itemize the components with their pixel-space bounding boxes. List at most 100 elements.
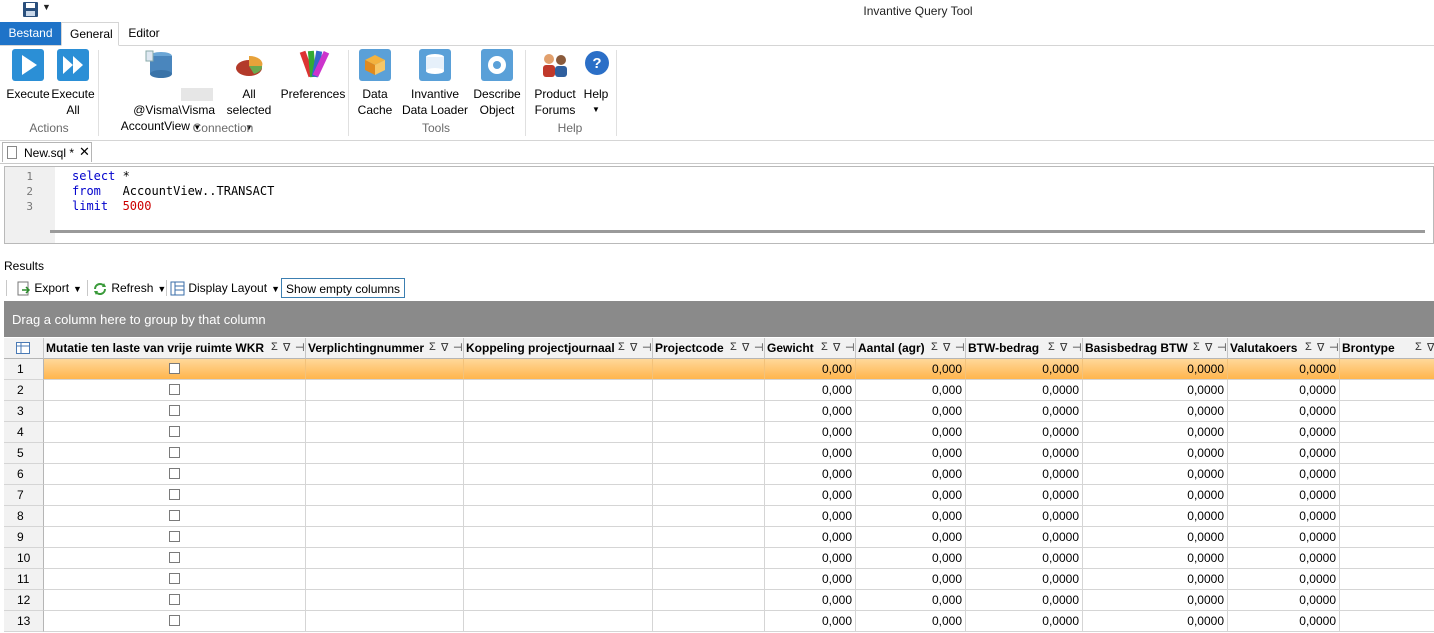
table-cell[interactable]: 0,0000 <box>966 590 1083 611</box>
row-number[interactable]: 5 <box>4 443 44 464</box>
table-cell[interactable]: 0,0000 <box>1228 569 1340 590</box>
table-cell[interactable] <box>464 611 653 632</box>
pin-icon[interactable]: ⊣ <box>1217 341 1227 354</box>
table-cell[interactable] <box>653 464 765 485</box>
table-cell[interactable]: 0,000 <box>765 527 856 548</box>
table-cell[interactable]: 0,0000 <box>1083 422 1228 443</box>
refresh-button[interactable]: Refresh ▼ <box>92 278 166 298</box>
table-cell[interactable]: 0,0000 <box>1083 443 1228 464</box>
table-cell[interactable]: 0,0000 <box>966 569 1083 590</box>
document-tab-new-sql[interactable]: New.sql * ✕ <box>2 142 92 162</box>
checkbox[interactable] <box>169 551 180 563</box>
table-cell[interactable] <box>464 380 653 401</box>
table-cell[interactable] <box>464 485 653 506</box>
table-row[interactable]: 120,0000,0000,00000,00000,00003 <box>4 590 1434 611</box>
pin-icon[interactable]: ⊣ <box>453 341 463 354</box>
export-button[interactable]: Export ▼ <box>16 278 82 298</box>
table-cell[interactable] <box>653 611 765 632</box>
table-cell[interactable]: 3 <box>1340 359 1434 380</box>
table-row[interactable]: 30,0000,0000,00000,00000,00003 <box>4 401 1434 422</box>
table-cell[interactable]: 0,000 <box>856 422 966 443</box>
checkbox[interactable] <box>169 488 180 500</box>
table-cell[interactable]: 0,0000 <box>1083 527 1228 548</box>
sum-icon[interactable]: Σ <box>429 341 436 353</box>
row-number[interactable]: 8 <box>4 506 44 527</box>
table-cell[interactable] <box>306 443 464 464</box>
table-cell[interactable] <box>306 485 464 506</box>
pin-icon[interactable]: ⊣ <box>1329 341 1339 354</box>
group-by-panel[interactable]: Drag a column here to group by that colu… <box>4 301 1434 337</box>
table-cell[interactable] <box>653 422 765 443</box>
table-cell[interactable]: 0,000 <box>765 548 856 569</box>
table-cell[interactable]: 0,000 <box>856 527 966 548</box>
table-cell[interactable]: 0,000 <box>765 443 856 464</box>
table-cell[interactable] <box>653 401 765 422</box>
table-row[interactable]: 110,0000,0000,00000,00000,00003 <box>4 569 1434 590</box>
checkbox[interactable] <box>169 446 180 458</box>
table-cell[interactable]: 0,0000 <box>966 485 1083 506</box>
table-cell[interactable] <box>653 569 765 590</box>
table-row[interactable]: 10,0000,0000,00000,00000,00003 <box>4 359 1434 380</box>
table-cell[interactable]: 0,000 <box>856 611 966 632</box>
table-cell[interactable]: 3 <box>1340 422 1434 443</box>
filter-icon[interactable]: ∇ <box>1205 341 1213 354</box>
table-cell[interactable]: 0,0000 <box>1083 359 1228 380</box>
table-cell[interactable]: 0,000 <box>765 569 856 590</box>
checkbox[interactable] <box>169 404 180 416</box>
table-cell[interactable] <box>653 506 765 527</box>
column-header[interactable]: Gewicht Σ ∇ ⊣ <box>765 338 856 359</box>
filter-icon[interactable]: ∇ <box>1317 341 1325 354</box>
table-cell[interactable] <box>306 548 464 569</box>
pin-icon[interactable]: ⊣ <box>955 341 965 354</box>
table-cell[interactable] <box>464 359 653 380</box>
table-row[interactable]: 90,0000,0000,00000,00000,00003 <box>4 527 1434 548</box>
table-cell[interactable]: 3 <box>1340 443 1434 464</box>
column-header[interactable]: BTW-bedrag Σ ∇ ⊣ <box>966 338 1083 359</box>
table-row[interactable]: 100,0000,0000,00000,00000,00003 <box>4 548 1434 569</box>
table-cell[interactable]: 0,000 <box>856 548 966 569</box>
data-cache-button[interactable]: Data Cache <box>355 48 395 118</box>
checkbox[interactable] <box>169 593 180 605</box>
table-cell[interactable] <box>306 464 464 485</box>
table-cell[interactable]: 0,000 <box>856 359 966 380</box>
row-number[interactable]: 13 <box>4 611 44 632</box>
row-number[interactable]: 9 <box>4 527 44 548</box>
horizontal-scrollbar[interactable] <box>50 230 1425 233</box>
table-cell[interactable] <box>464 590 653 611</box>
row-number[interactable]: 4 <box>4 422 44 443</box>
filter-icon[interactable]: ∇ <box>833 341 841 354</box>
table-cell[interactable]: 0,0000 <box>1228 380 1340 401</box>
sum-icon[interactable]: Σ <box>1048 341 1055 353</box>
table-cell[interactable]: 0,0000 <box>1083 401 1228 422</box>
table-cell[interactable] <box>464 548 653 569</box>
column-header[interactable]: Projectcode Σ ∇ ⊣ <box>653 338 765 359</box>
column-header[interactable]: Basisbedrag BTW Σ ∇ ⊣ <box>1083 338 1228 359</box>
table-cell[interactable]: 0,000 <box>765 506 856 527</box>
row-number[interactable]: 10 <box>4 548 44 569</box>
table-cell[interactable]: 0,000 <box>856 506 966 527</box>
table-cell[interactable] <box>653 527 765 548</box>
table-cell[interactable]: 0,0000 <box>966 506 1083 527</box>
sql-editor[interactable]: 1 2 3 select * from AccountView..TRANSAC… <box>4 166 1434 244</box>
filter-icon[interactable]: ∇ <box>1060 341 1068 354</box>
table-cell[interactable]: 0,0000 <box>966 443 1083 464</box>
column-header[interactable]: BrontypeΣ∇⊣ <box>1340 338 1434 359</box>
table-cell[interactable] <box>464 464 653 485</box>
checkbox[interactable] <box>169 362 180 374</box>
table-cell[interactable]: 0,0000 <box>1083 548 1228 569</box>
pin-icon[interactable]: ⊣ <box>754 341 764 354</box>
row-number[interactable]: 6 <box>4 464 44 485</box>
table-cell[interactable]: 0,000 <box>765 611 856 632</box>
table-cell[interactable] <box>464 506 653 527</box>
table-cell[interactable] <box>464 569 653 590</box>
checkbox[interactable] <box>169 425 180 437</box>
filter-icon[interactable]: ∇ <box>742 341 750 354</box>
checkbox[interactable] <box>169 572 180 584</box>
table-cell[interactable]: 0,0000 <box>1083 590 1228 611</box>
table-cell[interactable]: 0,0000 <box>1083 569 1228 590</box>
sum-icon[interactable]: Σ <box>730 341 737 353</box>
table-row[interactable]: 130,0000,0000,00000,00000,00003 <box>4 611 1434 632</box>
pin-icon[interactable]: ⊣ <box>295 341 305 354</box>
table-cell[interactable]: 0,0000 <box>1083 485 1228 506</box>
table-cell[interactable] <box>306 401 464 422</box>
